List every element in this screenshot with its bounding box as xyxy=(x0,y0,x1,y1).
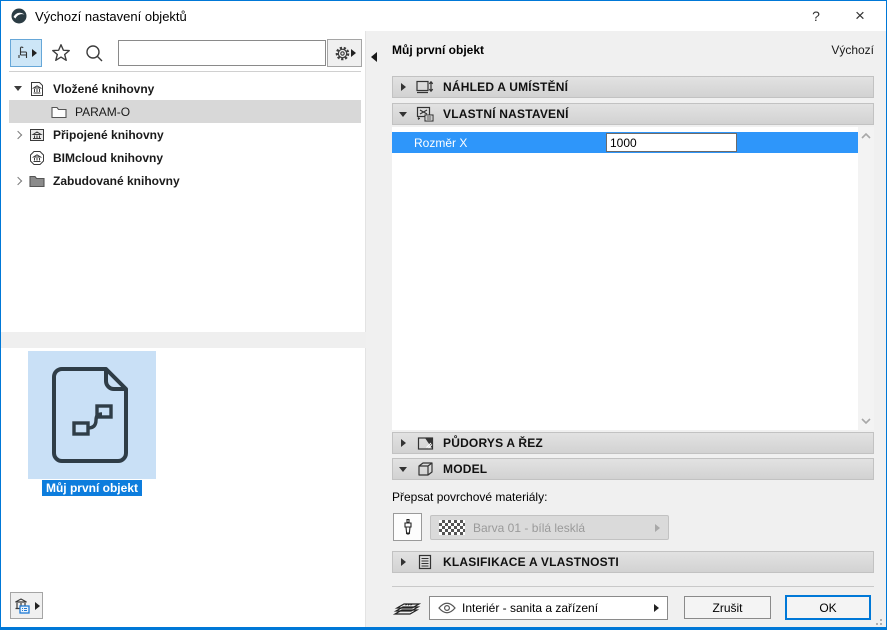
selected-object-title: Můj první objekt xyxy=(392,43,484,57)
tree-item-bimcloud-libraries[interactable]: BIMcloud knihovny xyxy=(9,146,361,169)
tree-item-param-o[interactable]: PARAM-O xyxy=(9,100,361,123)
toolbar-separator xyxy=(9,71,361,72)
section-collapsed-icon xyxy=(393,558,413,566)
layer-name: Interiér - sanita a zařízení xyxy=(462,601,654,615)
expand-collapse-icon[interactable] xyxy=(9,132,27,138)
linked-library-icon xyxy=(27,127,47,143)
eye-icon xyxy=(438,602,456,614)
parameter-value-input[interactable] xyxy=(606,133,737,152)
settings-menu-button[interactable] xyxy=(327,39,362,67)
material-name: Barva 01 - bílá lesklá xyxy=(473,521,655,535)
object-name-selected[interactable]: Můj první objekt xyxy=(42,480,142,496)
section-collapsed-icon xyxy=(393,439,413,447)
settings-header: Můj první objekt Výchozí xyxy=(392,43,874,57)
window-title: Výchozí nastavení objektů xyxy=(35,9,187,24)
scroll-down-icon[interactable] xyxy=(861,418,871,424)
tree-item-label: Zabudované knihovny xyxy=(53,174,180,188)
tree-item-label: PARAM-O xyxy=(75,105,130,119)
object-list-panel: Můj první objekt xyxy=(9,348,362,590)
tree-item-label: BIMcloud knihovny xyxy=(53,151,163,165)
plan-section-icon xyxy=(413,436,437,451)
section-expanded-icon xyxy=(393,112,413,117)
expand-collapse-icon[interactable] xyxy=(9,86,27,91)
layer-stack-icon xyxy=(393,597,421,619)
settings-pane: Můj první objekt Výchozí NÁHLED A UMÍSTĚ… xyxy=(366,31,886,627)
section-label: NÁHLED A UMÍSTĚNÍ xyxy=(443,80,568,94)
tree-item-label: Připojené knihovny xyxy=(53,128,164,142)
parameter-name: Rozměr X xyxy=(392,136,467,150)
search-input[interactable] xyxy=(118,40,326,66)
section-collapsed-icon xyxy=(393,83,413,91)
folder-icon xyxy=(49,105,69,119)
star-icon xyxy=(50,42,72,64)
tree-item-linked-libraries[interactable]: Připojené knihovny xyxy=(9,123,361,146)
section-label: MODEL xyxy=(443,462,487,476)
flyout-arrow-icon xyxy=(351,49,356,57)
paint-brush-icon xyxy=(401,518,415,536)
library-manager-icon xyxy=(13,597,33,615)
section-plan-section[interactable]: PŮDORYS A ŘEZ xyxy=(392,432,874,454)
library-tree: Vložené knihovny PARAM-O xyxy=(9,77,361,192)
title-bar: Výchozí nastavení objektů ? × xyxy=(1,1,886,31)
section-classification[interactable]: KLASIFIKACE A VLASTNOSTI xyxy=(392,551,874,573)
library-browser-pane: Vložené knihovny PARAM-O xyxy=(1,31,366,627)
section-label: PŮDORYS A ŘEZ xyxy=(443,436,543,450)
tree-item-embedded-libraries[interactable]: Vložené knihovny xyxy=(9,77,361,100)
section-label: KLASIFIKACE A VLASTNOSTI xyxy=(443,555,619,569)
section-preview-placement[interactable]: NÁHLED A UMÍSTĚNÍ xyxy=(392,76,874,98)
chair-icon xyxy=(15,45,31,61)
resize-grip[interactable] xyxy=(872,615,882,625)
expand-collapse-icon[interactable] xyxy=(9,178,27,184)
archicad-logo-icon xyxy=(11,8,27,24)
flyout-arrow-icon xyxy=(32,49,37,57)
flyout-arrow-icon xyxy=(35,602,40,610)
custom-settings-content: Rozměr X xyxy=(392,127,874,430)
classification-icon xyxy=(413,554,437,570)
object-default-settings-dialog: Výchozí nastavení objektů ? × xyxy=(0,0,887,630)
dropdown-arrow-icon xyxy=(654,604,659,612)
browser-toolbar xyxy=(1,31,366,71)
object-name-row: Můj první objekt xyxy=(9,480,175,496)
override-surfaces-label: Přepsat povrchové materiály: xyxy=(392,490,547,504)
search-button[interactable] xyxy=(83,42,106,65)
param-object-icon xyxy=(50,365,134,465)
custom-settings-scrollbar[interactable] xyxy=(858,127,874,430)
object-thumbnail-selected[interactable] xyxy=(28,351,156,479)
material-swatch xyxy=(439,520,465,535)
tree-item-builtin-libraries[interactable]: Zabudované knihovny xyxy=(9,169,361,192)
gear-icon xyxy=(334,45,351,62)
collapse-pane-icon[interactable] xyxy=(371,52,377,62)
ok-button[interactable]: OK xyxy=(785,595,871,620)
favorites-button[interactable] xyxy=(49,41,73,65)
scroll-up-icon[interactable] xyxy=(861,133,871,139)
tree-item-label: Vložené knihovny xyxy=(53,82,154,96)
custom-settings-icon xyxy=(413,106,437,122)
builtin-folder-icon xyxy=(27,174,47,188)
section-label: VLASTNÍ NASTAVENÍ xyxy=(443,107,569,121)
preview-placement-icon xyxy=(413,80,437,95)
section-expanded-icon xyxy=(393,467,413,472)
section-custom-settings[interactable]: VLASTNÍ NASTAVENÍ xyxy=(392,103,874,125)
section-model[interactable]: MODEL xyxy=(392,458,874,480)
bimcloud-library-icon xyxy=(27,150,47,166)
embedded-library-icon xyxy=(27,81,47,97)
close-button[interactable]: × xyxy=(840,1,880,31)
element-type-button[interactable] xyxy=(10,39,42,67)
pane-splitter[interactable] xyxy=(1,332,366,348)
default-indicator[interactable]: Výchozí xyxy=(831,43,874,57)
cancel-button[interactable]: Zrušit xyxy=(684,596,771,619)
search-icon xyxy=(84,43,105,64)
help-button[interactable]: ? xyxy=(796,1,836,31)
library-manager-button[interactable] xyxy=(10,592,43,619)
dropdown-arrow-icon xyxy=(655,524,660,532)
layer-dropdown[interactable]: Interiér - sanita a zařízení xyxy=(429,596,668,620)
surface-paint-button[interactable] xyxy=(393,513,422,541)
model-icon xyxy=(413,461,437,477)
parameter-row-selected[interactable]: Rozměr X xyxy=(392,132,858,153)
footer-separator xyxy=(392,586,874,587)
surface-material-dropdown-disabled: Barva 01 - bílá lesklá xyxy=(430,515,669,540)
